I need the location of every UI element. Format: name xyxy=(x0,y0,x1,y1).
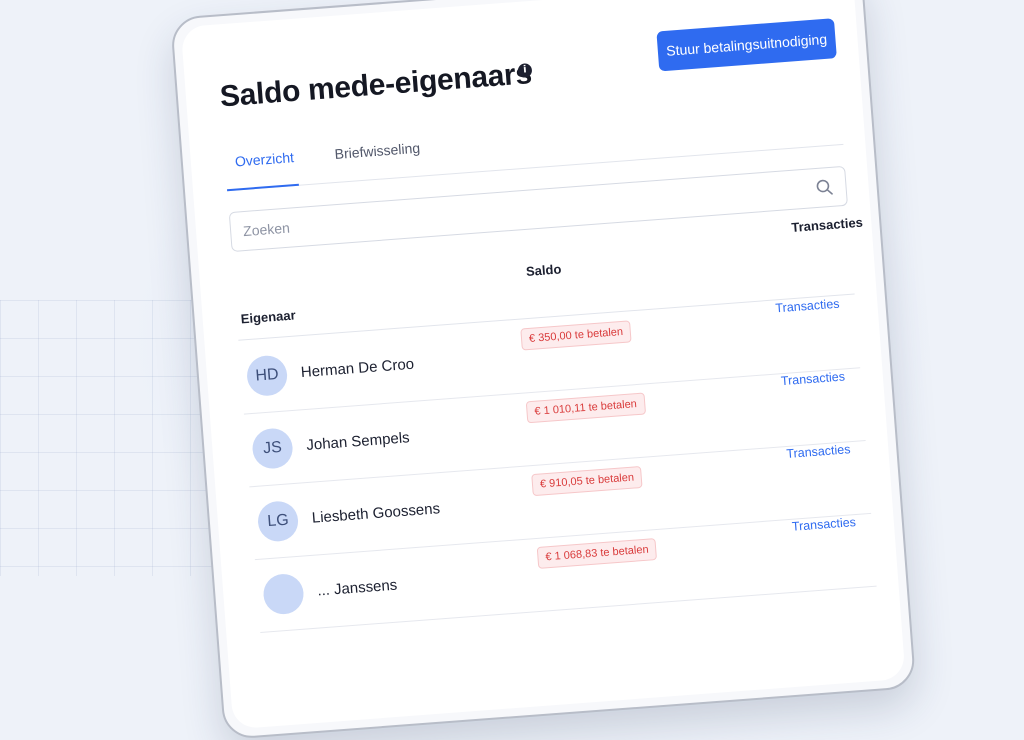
avatar: JS xyxy=(251,427,295,470)
search-icon[interactable] xyxy=(815,178,834,197)
saldo-badge: € 1 068,83 te betalen xyxy=(536,538,658,569)
saldo-badge: € 910,05 te betalen xyxy=(531,465,643,497)
tablet-frame: Saldo mede-eigenaars i Stuur betalingsui… xyxy=(170,0,917,740)
owner-name: Johan Sempels xyxy=(305,429,411,454)
avatar: HD xyxy=(245,354,289,398)
active-tab-indicator xyxy=(226,183,299,192)
column-header-transactions[interactable]: Transacties xyxy=(791,215,863,235)
column-header-saldo[interactable]: Saldo xyxy=(525,261,561,279)
tab-briefwisseling[interactable]: Briefwisseling xyxy=(334,140,421,162)
page-title: Saldo mede-eigenaars xyxy=(218,57,533,114)
owner-name: Liesbeth Goossens xyxy=(311,500,441,527)
column-header-owner[interactable]: Eigenaar xyxy=(240,307,296,326)
owner-name: Herman De Croo xyxy=(300,355,415,382)
saldo-badge: € 1 010,11 te betalen xyxy=(525,392,646,424)
avatar xyxy=(262,572,305,616)
avatar: LG xyxy=(256,499,300,543)
send-payment-invite-button[interactable]: Stuur betalingsuitnodiging xyxy=(656,18,837,72)
owner-name: ... Janssens xyxy=(316,576,398,600)
tab-overzicht[interactable]: Overzicht xyxy=(234,149,294,169)
app-screen: Saldo mede-eigenaars i Stuur betalingsui… xyxy=(180,0,906,730)
saldo-badge: € 350,00 te betalen xyxy=(520,320,632,351)
